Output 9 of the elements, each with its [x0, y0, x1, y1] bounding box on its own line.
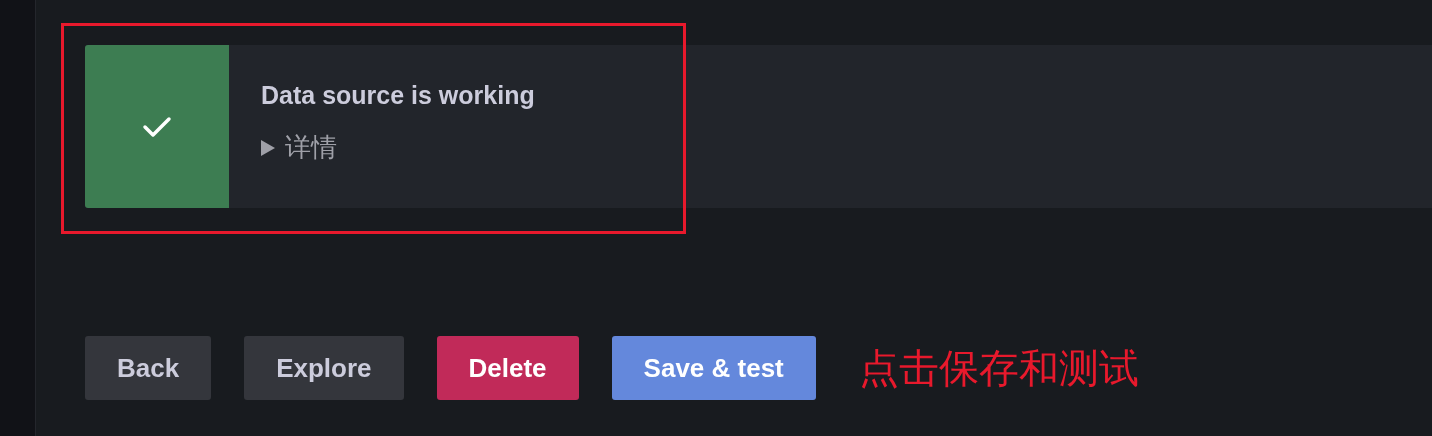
secondary-button[interactable]: Back	[85, 336, 212, 400]
annotation-text: 点击保存和测试	[858, 344, 1139, 392]
checkmark-icon	[142, 115, 172, 138]
caret-icon	[261, 139, 275, 156]
delete-button[interactable]: Delete	[436, 336, 579, 400]
save-test-button[interactable]: Save & test	[611, 336, 816, 400]
alert-title: Data source is working	[261, 81, 535, 110]
secondary-button[interactable]: Explore	[244, 336, 404, 400]
details-toggle[interactable]: 详情	[261, 130, 337, 165]
